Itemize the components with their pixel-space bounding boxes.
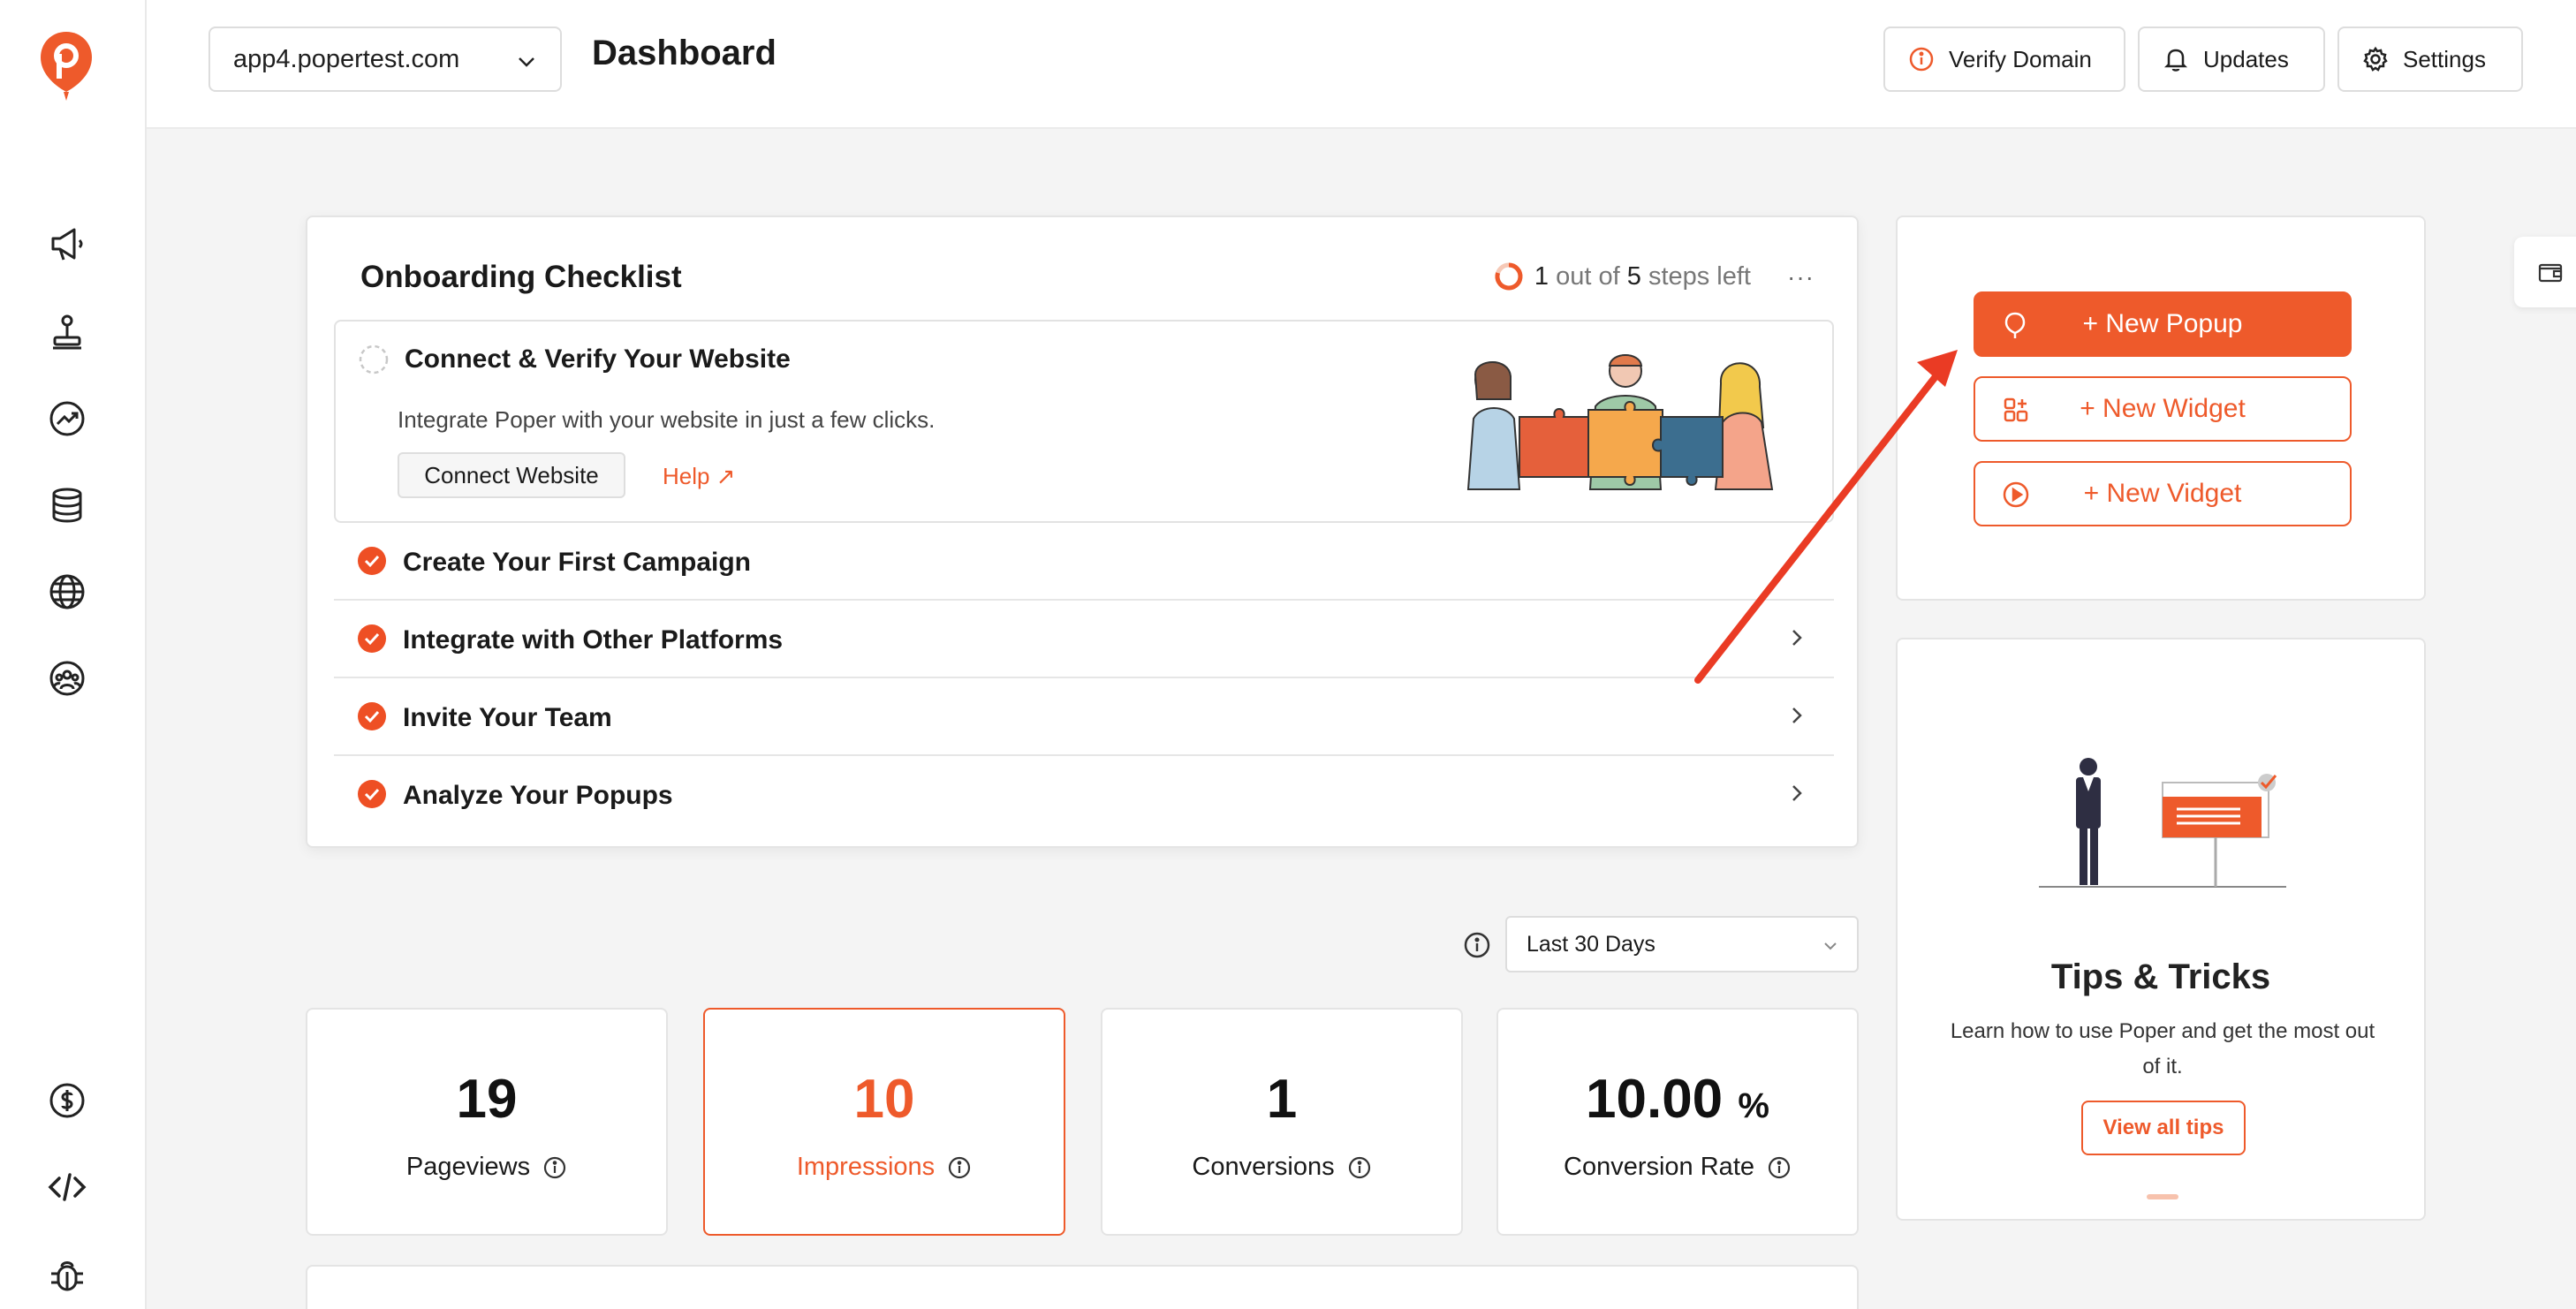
step-title: Connect & Verify Your Website <box>405 344 791 374</box>
bug-icon[interactable] <box>46 1254 88 1297</box>
step-row[interactable]: Create Your First Campaign <box>334 523 1834 601</box>
chevron-right-icon <box>1786 783 1807 804</box>
step-row[interactable]: Integrate with Other Platforms <box>334 601 1834 678</box>
help-link[interactable]: Help ↗ <box>663 463 735 490</box>
chevron-right-icon <box>1786 705 1807 726</box>
progress-suffix: steps left <box>1648 261 1751 291</box>
domain-select[interactable]: app4.popertest.com <box>208 26 562 92</box>
tips-card: Tips & Tricks Learn how to use Poper and… <box>1896 638 2426 1221</box>
puzzle-team-illustration <box>1458 348 1793 498</box>
globe-icon[interactable] <box>46 571 88 613</box>
updates-button[interactable]: Updates <box>2138 26 2325 92</box>
chevron-down-icon <box>516 51 537 72</box>
domain-select-value: app4.popertest.com <box>233 44 460 73</box>
stat-value-wrap: 10.00 % <box>1498 1068 1857 1131</box>
sidebar <box>0 0 147 1309</box>
progress-mid: out of <box>1556 261 1620 291</box>
page-title: Dashboard <box>592 34 777 72</box>
code-icon[interactable] <box>46 1166 88 1208</box>
chevron-down-icon <box>1822 937 1839 955</box>
check-circle-icon <box>357 779 387 809</box>
check-circle-icon <box>357 624 387 654</box>
database-icon[interactable] <box>46 484 88 526</box>
settings-button[interactable]: Settings <box>2337 26 2523 92</box>
bell-icon <box>2163 46 2189 72</box>
progress-ring-icon <box>1494 261 1524 291</box>
billing-icon[interactable] <box>46 1079 88 1122</box>
poper-logo[interactable] <box>39 30 94 102</box>
new-widget-button[interactable]: + New Widget <box>1974 376 2352 442</box>
settings-label: Settings <box>2403 45 2486 72</box>
pending-circle-icon <box>359 344 389 375</box>
info-icon[interactable] <box>1347 1155 1372 1180</box>
info-icon <box>1908 46 1935 72</box>
new-widget-label: + New Widget <box>2080 394 2246 423</box>
stat-conversion-rate[interactable]: 10.00 % Conversion Rate <box>1496 1008 1859 1236</box>
team-icon[interactable] <box>46 657 88 700</box>
date-range-value: Last 30 Days <box>1527 931 1655 957</box>
top-bar: app4.popertest.com Dashboard Verify Doma… <box>147 0 2576 129</box>
info-icon[interactable] <box>1767 1155 1792 1180</box>
updates-label: Updates <box>2203 45 2289 72</box>
new-vidget-button[interactable]: + New Vidget <box>1974 461 2352 526</box>
balloon-icon <box>2002 311 2028 341</box>
verify-domain-label: Verify Domain <box>1949 45 2092 72</box>
stat-label: Impressions <box>796 1153 936 1181</box>
stat-unit: % <box>1738 1086 1769 1125</box>
tips-illustration <box>2030 745 2295 896</box>
step-label: Analyze Your Popups <box>403 781 673 810</box>
checklist-progress: 1 out of 5 steps left <box>1494 261 1751 291</box>
verify-domain-button[interactable]: Verify Domain <box>1883 26 2125 92</box>
create-actions-card: + New Popup + New Widget + New Vidget <box>1896 216 2426 601</box>
progress-done: 1 <box>1534 261 1549 291</box>
step-label: Create Your First Campaign <box>403 548 751 577</box>
checklist-title: Onboarding Checklist <box>360 260 682 294</box>
bottom-card <box>306 1265 1859 1309</box>
date-range-select[interactable]: Last 30 Days <box>1505 916 1859 972</box>
stat-label: Pageviews <box>405 1153 531 1181</box>
stat-value: 10.00 <box>1586 1069 1724 1130</box>
stat-pageviews[interactable]: 19 Pageviews <box>306 1008 668 1236</box>
new-vidget-label: + New Vidget <box>2083 479 2242 508</box>
stat-impressions[interactable]: 10 Impressions <box>703 1008 1065 1236</box>
play-circle-icon <box>2002 480 2030 509</box>
tips-description: Learn how to use Poper and get the most … <box>1950 1019 2375 1078</box>
info-icon[interactable] <box>542 1155 567 1180</box>
stat-value: 19 <box>456 1069 518 1130</box>
step-connect-website[interactable]: Connect & Verify Your Website Integrate … <box>334 320 1834 523</box>
step-label: Invite Your Team <box>403 703 612 732</box>
gear-icon <box>2362 46 2389 72</box>
step-description: Integrate Poper with your website in jus… <box>398 406 936 433</box>
step-row[interactable]: Invite Your Team <box>334 678 1834 756</box>
stat-conversions[interactable]: 1 Conversions <box>1101 1008 1463 1236</box>
joystick-icon[interactable] <box>46 311 88 353</box>
new-popup-button[interactable]: + New Popup <box>1974 291 2352 357</box>
side-drawer-tab[interactable] <box>2514 237 2576 307</box>
check-circle-icon <box>357 546 387 576</box>
wallet-icon <box>2537 259 2564 285</box>
onboarding-checklist: Onboarding Checklist 1 out of 5 steps le… <box>306 216 1859 848</box>
stat-value: 10 <box>853 1069 915 1130</box>
stat-label: Conversions <box>1192 1153 1335 1181</box>
view-all-tips-button[interactable]: View all tips <box>2081 1101 2246 1155</box>
step-label: Integrate with Other Platforms <box>403 625 784 654</box>
analytics-icon[interactable] <box>46 397 88 440</box>
checklist-menu-button[interactable]: ··· <box>1787 263 1815 291</box>
tips-title: Tips & Tricks <box>2050 957 2271 996</box>
progress-total: 5 <box>1626 261 1641 291</box>
check-circle-icon <box>357 701 387 731</box>
info-icon[interactable] <box>947 1155 972 1180</box>
step-row[interactable]: Analyze Your Popups <box>334 756 1834 834</box>
new-popup-label: + New Popup <box>2082 309 2243 338</box>
widget-grid-icon <box>2002 396 2030 424</box>
megaphone-icon[interactable] <box>46 223 88 265</box>
info-icon[interactable] <box>1463 931 1491 959</box>
chevron-right-icon <box>1786 627 1807 648</box>
stat-label: Conversion Rate <box>1564 1153 1754 1181</box>
stat-value: 1 <box>1266 1069 1298 1130</box>
connect-website-button[interactable]: Connect Website <box>398 452 625 498</box>
carousel-indicator[interactable] <box>2147 1194 2178 1199</box>
